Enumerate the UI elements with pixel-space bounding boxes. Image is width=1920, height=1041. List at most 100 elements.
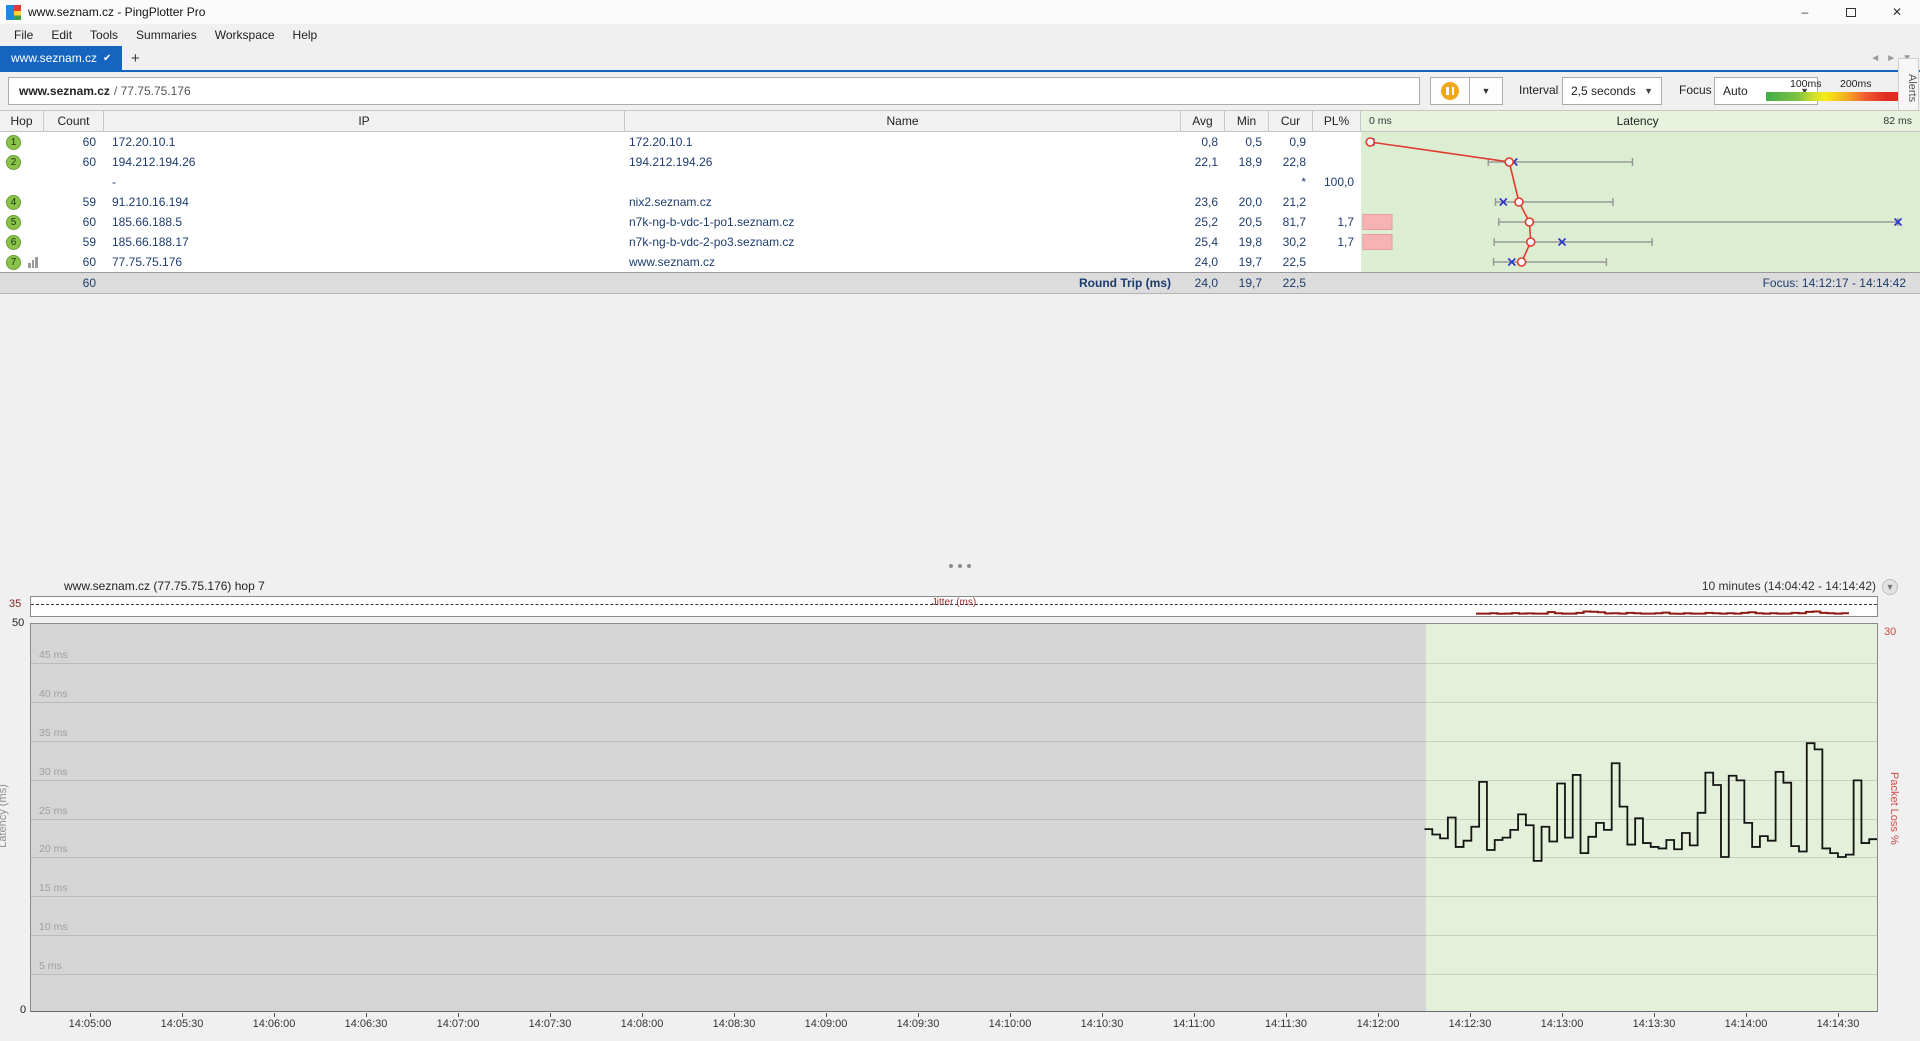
cur-cell: 22,5	[1282, 255, 1306, 269]
col-header-min[interactable]: Min	[1225, 111, 1269, 131]
trace-table-row[interactable]: 4 59 91.210.16.194 nix2.seznam.cz 23,6 20,0 21…	[0, 192, 1920, 212]
chevron-down-icon[interactable]: ▼	[1882, 579, 1898, 595]
focus-value: Auto	[1723, 84, 1748, 98]
trace-table-row[interactable]: - * 100,0	[0, 172, 1920, 192]
trace-table-body: 1 60 172.20.10.1 172.20.10.1 0,8 0,5 0,9 2 60 194…	[0, 132, 1920, 272]
x-axis-label: 14:13:30	[1632, 1018, 1676, 1030]
trace-table-row[interactable]: 2 60 194.212.194.26 194.212.194.26 22,1 18,9 2…	[0, 152, 1920, 172]
target-ip: / 77.75.75.176	[113, 84, 191, 98]
col-header-ip[interactable]: IP	[104, 111, 625, 131]
x-axis-label: 14:10:30	[1080, 1018, 1124, 1030]
tab-www-seznam-cz[interactable]: www.seznam.cz ✔	[0, 46, 123, 70]
timeline-plot-area[interactable]: 45 ms 40 ms 35 ms 30 ms 25 ms 20 ms 15 ms 10 ms…	[30, 623, 1878, 1012]
minimize-button[interactable]: –	[1782, 0, 1828, 24]
interval-select[interactable]: 2,5 seconds ▼	[1562, 77, 1662, 105]
x-axis-tick	[1470, 1013, 1471, 1017]
avg-cell: 25,2	[1194, 215, 1218, 229]
name-cell: 172.20.10.1	[629, 135, 693, 149]
latency-graph-cell	[1361, 152, 1920, 172]
hop-cell: 6	[0, 232, 44, 252]
maximize-button[interactable]	[1828, 0, 1874, 24]
tab-scroll-left-icon[interactable]: ◄	[1870, 53, 1880, 64]
x-axis-label: 14:05:00	[68, 1018, 112, 1030]
x-axis-label: 14:08:00	[620, 1018, 664, 1030]
pl-cell	[1313, 132, 1361, 152]
hop-number-badge: 5	[6, 214, 21, 230]
jitter-line	[1476, 610, 1849, 615]
timeline-range-selector[interactable]: 10 minutes (14:04:42 - 14:14:42)	[1702, 579, 1876, 593]
hop-cell: 7	[0, 252, 44, 272]
trace-table-row[interactable]: 6 59 185.66.188.17 n7k-ng-b-vdc-2-po3.sezna…	[0, 232, 1920, 252]
hop-cell: 2	[0, 152, 44, 172]
trace-table-row[interactable]: 1 60 172.20.10.1 172.20.10.1 0,8 0,5 0,9	[0, 132, 1920, 152]
x-axis-label: 14:13:00	[1540, 1018, 1584, 1030]
latency-graph-cell	[1361, 232, 1920, 252]
menu-edit[interactable]: Edit	[42, 24, 81, 46]
name-cell: nix2.seznam.cz	[629, 195, 712, 209]
latency-scale-max: 50	[12, 617, 25, 629]
hop-number-badge: 2	[6, 154, 21, 170]
x-axis-tick	[366, 1013, 367, 1017]
min-cell: 19,8	[1238, 235, 1262, 249]
menu-file[interactable]: File	[5, 24, 42, 46]
x-axis-tick	[642, 1013, 643, 1017]
x-axis-label: 14:07:30	[528, 1018, 572, 1030]
trace-table-row[interactable]: 5 60 185.66.188.5 n7k-ng-b-vdc-1-po1.seznam…	[0, 212, 1920, 232]
cur-cell: 22,8	[1282, 155, 1306, 169]
jitter-scale-max: 35	[9, 598, 22, 610]
tab-label: www.seznam.cz	[11, 51, 98, 65]
round-trip-label: Round Trip (ms)	[1079, 276, 1171, 290]
pl-cell: 100,0	[1323, 175, 1354, 189]
x-axis-label: 14:14:00	[1724, 1018, 1768, 1030]
min-cell: 20,5	[1238, 215, 1262, 229]
menu-summaries[interactable]: Summaries	[127, 24, 206, 46]
latency-graph-cell	[1361, 252, 1920, 272]
new-tab-button[interactable]: +	[122, 46, 148, 70]
col-header-pl[interactable]: PL%	[1313, 111, 1361, 131]
latency-axis-max: 82 ms	[1883, 115, 1912, 127]
avg-cell: 24,0	[1194, 255, 1218, 269]
footer-min: 19,7	[1238, 276, 1262, 290]
tab-bar: www.seznam.cz ✔ + ◄ ► ▼	[0, 46, 1920, 72]
x-axis-label: 14:11:30	[1264, 1018, 1307, 1030]
trace-toolbar: www.seznam.cz / 77.75.75.176 ▼ Interval …	[0, 72, 1920, 110]
hop-cell: 1	[0, 132, 44, 152]
menu-tools[interactable]: Tools	[81, 24, 127, 46]
col-header-latency[interactable]: 0 ms Latency 82 ms	[1361, 111, 1920, 131]
hop-number-badge: 7	[6, 254, 21, 270]
menu-workspace[interactable]: Workspace	[206, 24, 284, 46]
cur-cell: 21,2	[1282, 195, 1306, 209]
x-axis-label: 14:08:30	[712, 1018, 756, 1030]
x-axis-label: 14:09:30	[896, 1018, 940, 1030]
footer-ip-cell	[104, 273, 625, 293]
panel-splitter-handle[interactable]	[860, 560, 1060, 572]
pause-button[interactable]	[1430, 77, 1470, 105]
count-cell: 60	[82, 135, 96, 149]
col-header-cur[interactable]: Cur	[1269, 111, 1313, 131]
maximize-icon	[1846, 7, 1856, 17]
menu-help[interactable]: Help	[284, 24, 327, 46]
col-header-avg[interactable]: Avg	[1181, 111, 1225, 131]
hop-cell	[0, 172, 44, 192]
x-axis-tick	[1838, 1013, 1839, 1017]
alerts-side-tab[interactable]: Alerts	[1898, 58, 1919, 118]
packet-loss-scale-max: 30	[1884, 626, 1897, 638]
pause-options-caret[interactable]: ▼	[1469, 77, 1503, 105]
latency-color-legend: 100ms 200ms	[1766, 78, 1908, 104]
avg-cell: 0,8	[1201, 135, 1218, 149]
x-axis-tick	[1562, 1013, 1563, 1017]
col-header-name[interactable]: Name	[625, 111, 1181, 131]
tab-scroll-right-icon[interactable]: ►	[1886, 53, 1896, 64]
check-icon: ✔	[103, 52, 112, 64]
trace-table-row[interactable]: 7 60 77.75.75.176 www.seznam.cz 24,0 19,7 22,5	[0, 252, 1920, 272]
close-button[interactable]: ✕	[1874, 0, 1920, 24]
target-input[interactable]: www.seznam.cz / 77.75.75.176	[8, 77, 1420, 105]
col-header-count[interactable]: Count	[44, 111, 104, 131]
col-header-hop[interactable]: Hop	[0, 111, 44, 131]
name-cell: www.seznam.cz	[629, 255, 716, 269]
ip-cell: 194.212.194.26	[112, 155, 196, 169]
x-axis-tick	[90, 1013, 91, 1017]
ip-cell: -	[112, 175, 116, 189]
x-axis-label: 14:07:00	[436, 1018, 480, 1030]
latency-axis-title: Latency	[1616, 114, 1659, 128]
